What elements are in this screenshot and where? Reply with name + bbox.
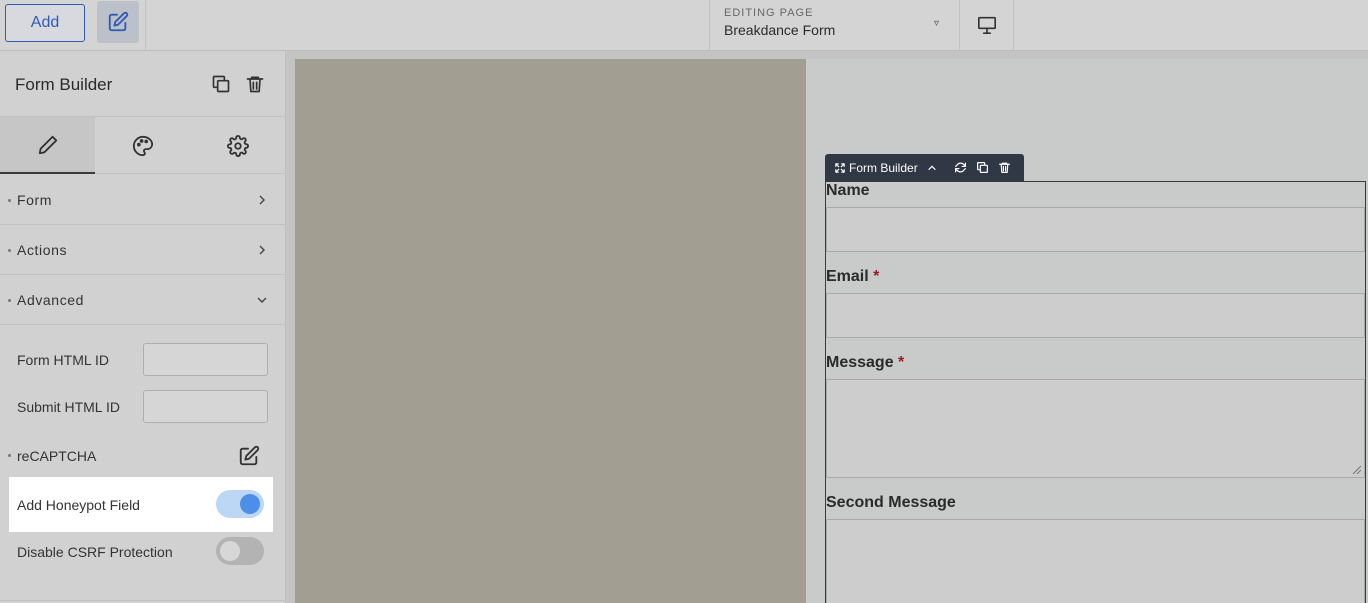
gear-icon [226,134,249,157]
chevron-right-icon [259,245,265,254]
palette-icon [132,135,153,156]
email-field-label: Email * [826,268,880,285]
resize-handle-icon[interactable] [1352,465,1362,475]
bullet-dot [8,299,11,302]
honeypot-toggle[interactable] [216,490,264,518]
desktop-icon [978,16,996,34]
form-html-id-label: Form HTML ID [17,352,110,368]
tab-settings[interactable] [190,117,285,174]
editing-page-select[interactable]: EDITING PAGE Breakdance Form ▿ [710,0,960,50]
pencil-icon [38,135,57,154]
add-button[interactable]: Add [5,4,85,42]
trash-icon[interactable] [998,161,1011,174]
section-advanced[interactable]: Advanced [0,275,285,325]
panel-tabs [0,116,285,174]
toggle-knob [240,494,260,514]
bullet-dot [8,249,11,252]
section-advanced-label: Advanced [17,291,85,308]
edit-icon [108,11,129,32]
trash-icon[interactable] [245,74,265,94]
honeypot-label: Add Honeypot Field [17,497,140,513]
beige-column[interactable] [295,59,806,603]
chevron-down-icon [257,297,267,303]
message-field-label: Message * [826,354,905,371]
panel-title: Form Builder [15,75,113,94]
duplicate-icon[interactable] [211,74,231,94]
name-field-label: Name [826,182,870,199]
move-icon[interactable] [835,162,845,173]
properties-panel: Form Builder Form Actions Advanced Form … [0,51,286,603]
refresh-icon[interactable] [954,161,967,174]
chevron-up-icon[interactable] [927,163,937,173]
submit-html-id-label: Submit HTML ID [17,399,120,415]
toggle-knob [220,541,240,561]
section-actions[interactable]: Actions [0,225,285,275]
editing-page-label: EDITING PAGE [724,7,814,19]
top-bar: Add EDITING PAGE Breakdance Form ▿ [0,0,1368,51]
name-input[interactable] [826,207,1365,252]
toolbar-divider [1013,0,1014,50]
chevron-right-icon [259,195,265,204]
email-input[interactable] [826,293,1365,338]
second-message-textarea[interactable] [826,519,1365,603]
recaptcha-label: reCAPTCHA [17,448,97,464]
submit-html-id-input[interactable] [143,390,268,423]
bullet-dot [8,454,11,457]
csrf-label: Disable CSRF Protection [17,544,173,560]
editing-page-value: Breakdance Form [724,22,836,38]
message-textarea[interactable] [826,379,1365,478]
second-message-field-label: Second Message [826,494,956,511]
csrf-toggle[interactable] [216,537,264,565]
toolbar-divider [145,0,146,50]
tab-style[interactable] [95,117,190,174]
caret-down-icon: ▿ [934,18,940,29]
section-form[interactable]: Form [0,175,285,225]
bullet-dot [8,199,11,202]
form-html-id-input[interactable] [143,343,268,376]
duplicate-icon[interactable] [976,161,989,174]
required-marker: * [898,354,905,371]
section-actions-label: Actions [17,241,68,258]
edit-button[interactable] [97,1,139,43]
tab-content[interactable] [0,117,95,174]
desktop-view-button[interactable] [960,0,1014,50]
edit-icon [239,445,260,466]
recaptcha-edit-button[interactable] [238,445,260,467]
section-form-label: Form [17,191,53,208]
divider [0,600,285,601]
element-toolbar: Form Builder [825,154,1024,181]
required-marker: * [873,268,880,285]
element-toolbar-label: Form Builder [849,160,918,175]
